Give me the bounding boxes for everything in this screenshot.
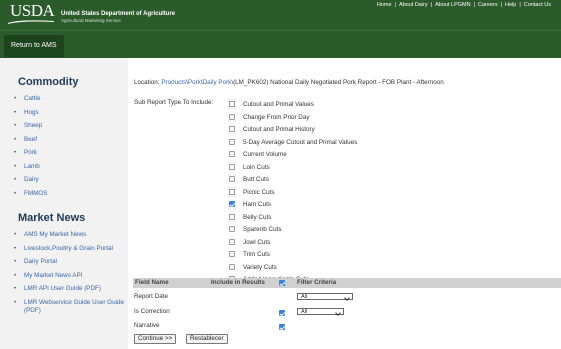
sub-report-checkbox[interactable] bbox=[229, 138, 235, 145]
sub-report-checkbox[interactable] bbox=[229, 201, 235, 207]
continue-button[interactable]: Continue >> bbox=[134, 334, 177, 344]
sub-report-checkbox[interactable] bbox=[229, 126, 235, 132]
chevron-down-icon bbox=[335, 309, 341, 316]
sidebar-item-hogs[interactable]: Hogs bbox=[12, 109, 124, 117]
header-filter-criteria: Filter Criteria bbox=[297, 279, 337, 286]
sidebar-item-dairy-portal[interactable]: Dairy Portal bbox=[12, 258, 124, 266]
sidebar-item-cattle[interactable]: Cattle bbox=[12, 95, 124, 103]
include-narrative-checkbox[interactable] bbox=[279, 324, 285, 330]
sub-report-checkbox[interactable] bbox=[229, 176, 235, 182]
field-report-date: Report Date bbox=[134, 293, 168, 300]
chevron-down-icon bbox=[344, 294, 350, 301]
breadcrumb-report-title: \(LM_PK602) National Daily Negotiated Po… bbox=[231, 79, 444, 86]
sidebar-item-lamb[interactable]: Lamb bbox=[12, 163, 124, 171]
include-is-correction-checkbox[interactable] bbox=[279, 310, 285, 316]
breadcrumb-products[interactable]: Products bbox=[161, 79, 186, 86]
sub-report-option-label: Cutout and Primal Values bbox=[243, 101, 314, 108]
market-news-heading: Market News bbox=[18, 212, 86, 224]
sidebar-item-ams-my-market-news[interactable]: AMS My Market News bbox=[12, 231, 124, 239]
sidebar: Commodity Cattle Hogs Sheep Beef Pork La… bbox=[0, 58, 128, 349]
header-include: Include in Results bbox=[211, 279, 265, 286]
sub-report-option-label: Sparerib Cuts bbox=[243, 226, 282, 233]
site-header: USDA United States Department of Agricul… bbox=[0, 0, 561, 30]
filter-table-header: Field Name Include in Results Filter Cri… bbox=[133, 278, 561, 288]
top-link-contact[interactable]: Contact Us bbox=[524, 2, 551, 8]
breadcrumb-pork[interactable]: Pork bbox=[188, 79, 201, 86]
market-news-list: AMS My Market News Livestock,Poultry & G… bbox=[12, 231, 124, 320]
sub-report-checkbox[interactable] bbox=[229, 251, 235, 257]
sub-report-checkbox[interactable] bbox=[229, 188, 235, 195]
sub-report-option-label: Variety Cuts bbox=[243, 263, 277, 271]
commodity-heading: Commodity bbox=[18, 76, 79, 88]
is-correction-select-value: All bbox=[301, 309, 308, 315]
report-date-select-value: All bbox=[301, 294, 308, 300]
report-date-select[interactable]: All bbox=[297, 293, 353, 301]
field-narrative: Narrative bbox=[134, 322, 160, 329]
agency-name: Agricultural Marketing Service bbox=[61, 18, 121, 23]
sidebar-item-beef[interactable]: Beef bbox=[12, 136, 124, 144]
sub-report-option-label: Picnic Cuts bbox=[243, 188, 275, 196]
sidebar-item-lmr-webservice-guide[interactable]: LMR Webservice Guide User Guide (PDF) bbox=[12, 299, 124, 315]
sub-report-checkbox[interactable] bbox=[229, 226, 235, 232]
top-link-help[interactable]: Help bbox=[505, 2, 516, 8]
sub-report-checkbox[interactable] bbox=[229, 213, 235, 220]
sub-report-option-label: 5-Day Average Cutout and Primal Values bbox=[243, 138, 358, 146]
commodity-list: Cattle Hogs Sheep Beef Pork Lamb Dairy F… bbox=[12, 95, 124, 203]
sub-report-option-label: Current Volume bbox=[243, 151, 287, 158]
sub-navigation-bar: Return to AMS bbox=[0, 30, 561, 58]
sidebar-item-my-market-news-api[interactable]: My Market News API bbox=[12, 272, 124, 280]
sub-report-checkbox[interactable] bbox=[229, 238, 235, 245]
sub-report-option-label: Butt Cuts bbox=[243, 176, 269, 183]
sub-report-option-label: Trim Cuts bbox=[243, 251, 271, 258]
top-nav-links: Home | About Dairy | About LPGMN | Careers | Hel… bbox=[376, 2, 551, 8]
sidebar-item-pork[interactable]: Pork bbox=[12, 149, 124, 157]
sidebar-item-fmmos[interactable]: FMMOS bbox=[12, 190, 124, 198]
sub-report-checkbox[interactable] bbox=[229, 151, 235, 157]
header-field-name: Field Name bbox=[135, 279, 169, 286]
sub-report-option-label: Cutout and Primal History bbox=[243, 126, 315, 133]
reset-button[interactable]: Restablecer bbox=[186, 334, 228, 344]
sub-report-label: Sub Report Type To Include: bbox=[134, 99, 214, 106]
sub-report-checkbox[interactable] bbox=[229, 113, 235, 120]
sub-report-option-label: Jowl Cuts bbox=[243, 238, 271, 246]
department-name: United States Department of Agriculture bbox=[61, 11, 176, 17]
is-correction-select[interactable]: All bbox=[297, 308, 344, 316]
sub-report-checkbox[interactable] bbox=[229, 263, 235, 270]
sub-report-option-label: Belly Cuts bbox=[243, 213, 272, 221]
sub-report-checkbox[interactable] bbox=[229, 163, 235, 170]
breadcrumb: Location: Products\Pork\Daily Pork\(LM_P… bbox=[134, 79, 444, 86]
sidebar-item-lmr-api-guide[interactable]: LMR API User Guide (PDF) bbox=[12, 285, 124, 293]
sidebar-item-sheep[interactable]: Sheep bbox=[12, 122, 124, 130]
top-link-home[interactable]: Home bbox=[377, 2, 392, 8]
return-to-ams-tab[interactable]: Return to AMS bbox=[4, 35, 64, 57]
include-all-checkbox[interactable] bbox=[279, 280, 285, 286]
breadcrumb-prefix: Location: bbox=[134, 79, 162, 86]
top-link-careers[interactable]: Careers bbox=[478, 2, 498, 8]
top-link-about-lpgmn[interactable]: About LPGMN bbox=[435, 2, 470, 8]
usda-swoosh-icon bbox=[8, 20, 54, 24]
sidebar-item-dairy[interactable]: Dairy bbox=[12, 176, 124, 184]
breadcrumb-daily-pork[interactable]: Daily Pork bbox=[203, 79, 232, 86]
sidebar-item-lpg-portal[interactable]: Livestock,Poultry & Grain Portal bbox=[12, 245, 124, 253]
sub-report-option-label: Loin Cuts bbox=[243, 163, 270, 171]
sub-report-option-label: Change From Prior Day bbox=[243, 113, 310, 121]
top-link-about-dairy[interactable]: About Dairy bbox=[399, 2, 428, 8]
usda-logo[interactable]: USDA bbox=[10, 2, 55, 19]
sub-report-option-label: Ham Cuts bbox=[243, 201, 271, 208]
field-is-correction: Is Correction bbox=[134, 308, 170, 315]
sub-report-checkbox[interactable] bbox=[229, 101, 235, 107]
